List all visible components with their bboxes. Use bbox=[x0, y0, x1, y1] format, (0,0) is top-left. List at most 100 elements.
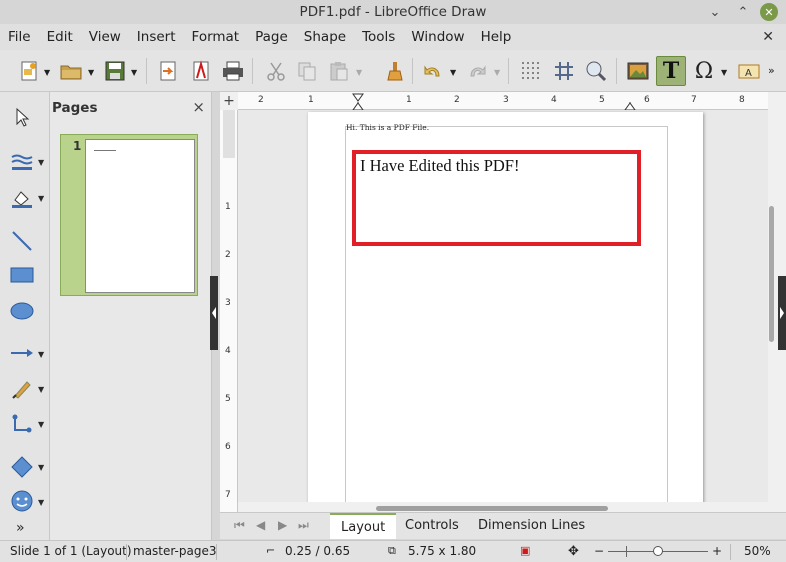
menu-shape[interactable]: Shape bbox=[296, 24, 354, 50]
first-tab-icon[interactable]: ⏮ bbox=[234, 518, 245, 533]
redo-icon[interactable] bbox=[462, 56, 492, 86]
ruler-label: 5 bbox=[599, 95, 605, 105]
chevron-down-icon[interactable]: ▼ bbox=[38, 194, 44, 203]
ruler-label: 4 bbox=[225, 346, 231, 356]
fill-color-icon[interactable] bbox=[4, 184, 40, 214]
ruler-label: 3 bbox=[225, 298, 231, 308]
ellipse-tool-icon[interactable] bbox=[4, 296, 40, 326]
last-tab-icon[interactable]: ⏭ bbox=[298, 518, 309, 533]
clone-formatting-icon[interactable] bbox=[380, 56, 410, 86]
horizontal-ruler[interactable]: 2 1 1 2 3 4 5 6 7 8 bbox=[238, 92, 768, 110]
menu-format[interactable]: Format bbox=[184, 24, 248, 50]
cursor-position: 0.25 / 0.65 bbox=[285, 544, 351, 558]
copy-icon[interactable] bbox=[292, 56, 322, 86]
pdf-text[interactable]: Hi. This is a PDF File. bbox=[346, 123, 429, 132]
minimize-button[interactable]: ⌄ bbox=[706, 3, 724, 21]
zoom-out-icon[interactable]: − bbox=[594, 544, 604, 558]
fit-to-window-icon[interactable]: ✥ bbox=[568, 544, 579, 559]
ruler-label: 7 bbox=[225, 490, 231, 500]
close-icon[interactable]: × bbox=[192, 98, 205, 116]
sidebar-collapse-handle[interactable] bbox=[778, 276, 786, 350]
chevron-down-icon[interactable]: ▼ bbox=[38, 463, 44, 472]
print-icon[interactable] bbox=[218, 56, 248, 86]
drawbar-overflow-icon[interactable]: » bbox=[16, 520, 25, 536]
rectangle-tool-icon[interactable] bbox=[4, 260, 40, 290]
zoom-icon[interactable] bbox=[581, 56, 611, 86]
chevron-down-icon[interactable]: ▼ bbox=[450, 68, 456, 77]
chevron-down-icon[interactable]: ▼ bbox=[721, 68, 727, 77]
chevron-down-icon[interactable]: ▼ bbox=[44, 68, 50, 77]
menu-help[interactable]: Help bbox=[473, 24, 520, 50]
master-page-name[interactable]: master-page3 bbox=[133, 544, 216, 558]
menu-page[interactable]: Page bbox=[247, 24, 296, 50]
chevron-down-icon[interactable]: ▼ bbox=[38, 158, 44, 167]
chevron-down-icon[interactable]: ▼ bbox=[38, 420, 44, 429]
line-tool-icon[interactable] bbox=[4, 226, 40, 256]
document-modified-icon[interactable]: ▣ bbox=[520, 544, 530, 557]
drawing-canvas[interactable]: Hi. This is a PDF File. I Have Edited th… bbox=[238, 110, 768, 502]
fontwork-icon[interactable]: A bbox=[734, 56, 764, 86]
menu-tools[interactable]: Tools bbox=[354, 24, 403, 50]
cut-icon[interactable] bbox=[261, 56, 291, 86]
chevron-down-icon[interactable]: ▼ bbox=[38, 350, 44, 359]
vertical-scroll-thumb[interactable] bbox=[769, 206, 774, 342]
export-icon[interactable] bbox=[153, 56, 183, 86]
chevron-down-icon[interactable]: ▼ bbox=[88, 68, 94, 77]
vertical-ruler[interactable]: 1 2 3 4 5 6 7 bbox=[220, 110, 238, 512]
select-arrow-icon[interactable] bbox=[4, 102, 40, 132]
save-icon[interactable] bbox=[100, 56, 130, 86]
symbol-shapes-icon[interactable] bbox=[4, 486, 40, 516]
slide-indicator: Slide 1 of 1 (Layout) bbox=[10, 544, 132, 558]
next-tab-icon[interactable]: ▶ bbox=[278, 518, 287, 532]
chevron-down-icon[interactable]: ▼ bbox=[38, 498, 44, 507]
zoom-slider-handle[interactable] bbox=[653, 546, 663, 556]
chevron-down-icon[interactable]: ▼ bbox=[356, 68, 362, 77]
menu-window[interactable]: Window bbox=[403, 24, 472, 50]
menu-view[interactable]: View bbox=[81, 24, 129, 50]
export-pdf-icon[interactable] bbox=[186, 56, 216, 86]
zoom-in-icon[interactable]: + bbox=[712, 544, 722, 558]
chevron-down-icon[interactable]: ▼ bbox=[494, 68, 500, 77]
page-thumbnail-preview bbox=[85, 139, 195, 293]
undo-icon[interactable] bbox=[418, 56, 448, 86]
ruler-origin[interactable]: + bbox=[220, 92, 238, 110]
menu-insert[interactable]: Insert bbox=[129, 24, 184, 50]
tab-layout[interactable]: Layout bbox=[330, 513, 397, 539]
basic-shapes-icon[interactable] bbox=[4, 452, 40, 482]
document-page[interactable]: Hi. This is a PDF File. I Have Edited th… bbox=[308, 112, 703, 502]
tab-dimension-lines[interactable]: Dimension Lines bbox=[467, 513, 596, 539]
menu-bar: File Edit View Insert Format Page Shape … bbox=[0, 24, 786, 50]
zoom-level[interactable]: 50% bbox=[744, 544, 771, 558]
ruler-label: 2 bbox=[225, 250, 231, 260]
toolbar-overflow-icon[interactable]: » bbox=[768, 64, 775, 77]
maximize-button[interactable]: ⌃ bbox=[734, 3, 752, 21]
open-folder-icon[interactable] bbox=[56, 56, 86, 86]
image-icon[interactable] bbox=[623, 56, 653, 86]
chevron-down-icon[interactable]: ▼ bbox=[131, 68, 137, 77]
close-document-button[interactable]: ✕ bbox=[762, 24, 774, 50]
edited-text[interactable]: I Have Edited this PDF! bbox=[360, 156, 519, 176]
helplines-icon[interactable] bbox=[549, 56, 579, 86]
new-document-icon[interactable] bbox=[14, 56, 44, 86]
curve-pencil-icon[interactable] bbox=[4, 374, 40, 404]
connector-icon[interactable] bbox=[4, 410, 40, 440]
ruler-label: 5 bbox=[225, 394, 231, 404]
chevron-down-icon[interactable]: ▼ bbox=[38, 385, 44, 394]
window-title: PDF1.pdf - LibreOffice Draw bbox=[299, 4, 487, 20]
menu-edit[interactable]: Edit bbox=[39, 24, 81, 50]
ruler-label: 6 bbox=[225, 442, 231, 452]
close-window-button[interactable]: ✕ bbox=[760, 3, 778, 21]
menu-file[interactable]: File bbox=[0, 24, 39, 50]
line-color-icon[interactable] bbox=[4, 148, 40, 178]
horizontal-scroll-thumb[interactable] bbox=[376, 506, 608, 511]
page-thumbnail[interactable]: 1 bbox=[60, 134, 198, 296]
line-arrow-icon[interactable] bbox=[4, 338, 40, 368]
panel-collapse-handle[interactable] bbox=[210, 276, 218, 350]
grid-icon[interactable] bbox=[516, 56, 546, 86]
special-character-icon[interactable]: Ω bbox=[689, 56, 719, 86]
tab-controls[interactable]: Controls bbox=[394, 513, 470, 539]
text-icon[interactable]: T bbox=[656, 56, 686, 86]
paste-icon[interactable] bbox=[324, 56, 354, 86]
prev-tab-icon[interactable]: ◀ bbox=[256, 518, 265, 532]
edited-text-box[interactable]: I Have Edited this PDF! bbox=[352, 150, 641, 246]
